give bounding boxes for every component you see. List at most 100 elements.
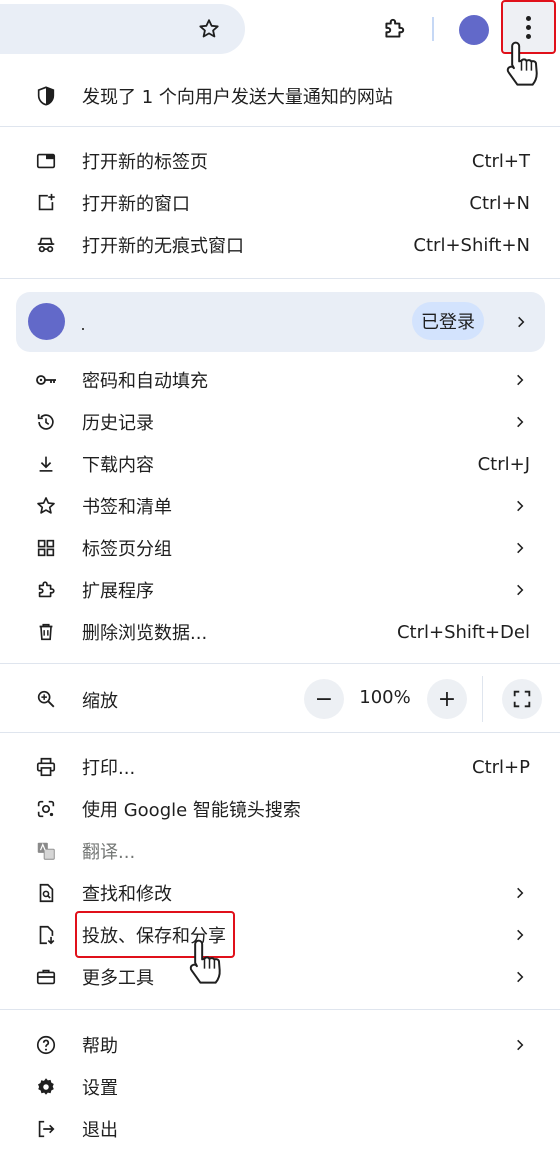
star-icon [199,19,219,38]
trash-icon [34,620,58,644]
chevron-right-icon [512,372,528,388]
menu-item-label: 退出 [82,1120,118,1141]
minus-icon: − [314,686,334,712]
chevron-right-icon [512,1037,528,1053]
extensions-button[interactable] [376,11,412,47]
chevron-right-icon [512,498,528,514]
menu-item-downloads[interactable]: 下载内容 Ctrl+J [0,443,560,485]
print-icon [34,755,58,779]
zoom-in-button[interactable]: + [427,679,467,719]
signed-in-badge: 已登录 [412,302,484,340]
menu-item-label: 打开新的无痕式窗口 [82,236,244,257]
menu-item-tab-groups[interactable]: 标签页分组 [0,527,560,569]
translate-icon [34,839,58,863]
menu-item-print[interactable]: 打印... Ctrl+P [0,746,560,788]
profile-row[interactable]: 已登录 [16,292,545,352]
menu-item-notification-notice[interactable]: 发现了 1 个向用户发送大量通知的网站 [0,74,560,118]
zoom-icon [34,687,58,711]
hand-pointer-icon [506,41,538,86]
menu-item-label: 翻译... [82,842,136,863]
star-icon [34,494,58,518]
menu-item-label: 发现了 1 个向用户发送大量通知的网站 [82,87,393,108]
chevron-right-icon [512,927,528,943]
menu-item-label: 下载内容 [82,455,154,476]
key-icon [34,368,58,392]
menu-item-exit[interactable]: 退出 [0,1108,560,1150]
help-icon [34,1033,58,1057]
menu-item-label: 打印... [82,758,136,779]
menu-item-label: 帮助 [82,1036,118,1057]
menu-item-translate: 翻译... [0,830,560,872]
zoom-divider [482,676,483,722]
menu-item-label: 使用 Google 智能镜头搜索 [82,800,301,821]
download-icon [34,452,58,476]
menu-item-label: 设置 [82,1078,118,1099]
fullscreen-button[interactable] [502,679,542,719]
menu-item-extensions[interactable]: 扩展程序 [0,569,560,611]
menu-item-google-lens[interactable]: 使用 Google 智能镜头搜索 [0,788,560,830]
chrome-main-menu: 发现了 1 个向用户发送大量通知的网站 打开新的标签页 Ctrl+T 打开新的窗… [0,56,560,1169]
menu-separator [0,126,560,127]
tab-groups-icon [34,536,58,560]
menu-item-label: 标签页分组 [82,539,172,560]
fullscreen-icon [513,690,531,708]
zoom-out-button[interactable]: − [304,679,344,719]
menu-item-settings[interactable]: 设置 [0,1066,560,1108]
menu-item-shortcut: Ctrl+J [477,453,530,475]
menu-item-shortcut: Ctrl+N [469,192,530,214]
menu-separator [0,732,560,733]
more-vert-icon [526,15,531,39]
plus-icon: + [437,686,457,712]
menu-item-shortcut: Ctrl+P [472,756,530,778]
avatar[interactable] [459,15,489,45]
menu-item-bookmarks[interactable]: 书签和清单 [0,485,560,527]
chevron-right-icon [512,414,528,430]
gear-icon [34,1075,58,1099]
new-window-icon [34,191,58,215]
menu-item-label: 打开新的标签页 [82,152,208,173]
menu-item-shortcut: Ctrl+T [471,150,530,172]
history-icon [34,410,58,434]
menu-item-label: 删除浏览数据... [82,623,208,644]
menu-item-label: 书签和清单 [82,497,172,518]
menu-item-new-window[interactable]: 打开新的窗口 Ctrl+N [0,182,560,224]
menu-item-zoom: 缩放 − 100% + [0,676,560,722]
menu-item-label: 更多工具 [82,968,154,989]
new-tab-icon [34,149,58,173]
menu-item-history[interactable]: 历史记录 [0,401,560,443]
menu-item-new-tab[interactable]: 打开新的标签页 Ctrl+T [0,140,560,182]
chevron-right-icon [512,540,528,556]
browser-toolbar [0,0,560,56]
find-in-page-icon [34,881,58,905]
menu-item-clear-data[interactable]: 删除浏览数据... Ctrl+Shift+Del [0,611,560,653]
profile-name [82,328,84,330]
extension-puzzle-icon [385,18,405,38]
menu-separator [0,278,560,279]
save-page-icon [34,923,58,947]
zoom-label: 缩放 [82,691,118,712]
zoom-level: 100% [359,687,411,708]
avatar [28,303,65,340]
toolbar-divider [432,17,434,41]
menu-item-shortcut: Ctrl+Shift+N [413,234,530,256]
incognito-icon [34,233,58,257]
chevron-right-icon [512,582,528,598]
menu-item-label: 查找和修改 [82,884,172,905]
menu-item-label: 打开新的窗口 [82,194,190,215]
extension-puzzle-icon [34,578,58,602]
shield-icon [34,84,58,108]
menu-item-find-edit[interactable]: 查找和修改 [0,872,560,914]
toolbox-icon [34,965,58,989]
hand-pointer-icon [189,939,221,984]
menu-item-passwords[interactable]: 密码和自动填充 [0,359,560,401]
chevron-right-icon [512,885,528,901]
menu-separator [0,1009,560,1010]
bookmark-star-button[interactable] [192,12,226,46]
menu-item-more-tools[interactable]: 更多工具 [0,956,560,998]
menu-item-new-incognito[interactable]: 打开新的无痕式窗口 Ctrl+Shift+N [0,224,560,266]
menu-item-shortcut: Ctrl+Shift+Del [396,621,530,643]
menu-item-label: 扩展程序 [82,581,154,602]
menu-separator [0,663,560,664]
menu-item-help[interactable]: 帮助 [0,1024,560,1066]
google-lens-icon [34,797,58,821]
